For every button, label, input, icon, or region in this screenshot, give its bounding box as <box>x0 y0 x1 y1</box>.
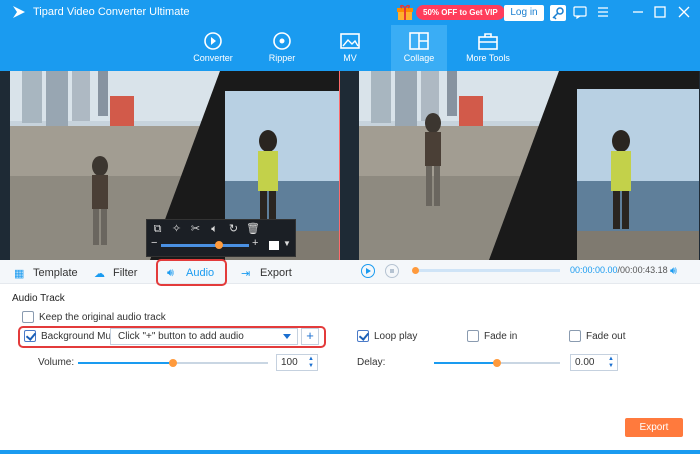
maximize-icon[interactable] <box>652 4 668 20</box>
nav-collage[interactable]: Collage <box>391 25 447 71</box>
stop-button[interactable] <box>385 264 399 278</box>
background-music-select[interactable]: Click "+" button to add audio <box>110 328 298 345</box>
tab-export[interactable]: ⇥ Export <box>241 264 292 282</box>
delay-input[interactable]: 0.00 ▲ ▼ <box>570 354 618 371</box>
fade-in-option: Fade in <box>467 330 517 342</box>
keep-original-row: Keep the original audio track <box>22 311 166 323</box>
audio-track-title: Audio Track <box>12 293 65 304</box>
aspect-ratio-icon[interactable] <box>269 241 279 250</box>
volume-slider-knob[interactable] <box>169 359 177 367</box>
fade-out-option: Fade out <box>569 330 625 342</box>
output-video-image <box>359 71 699 260</box>
delay-label: Delay: <box>357 357 386 368</box>
login-button[interactable]: Log in <box>504 5 544 21</box>
add-audio-button[interactable]: + <box>301 328 319 345</box>
gift-icon <box>396 4 414 21</box>
play-icon <box>366 268 371 274</box>
play-button[interactable] <box>361 264 375 278</box>
volume-slider[interactable] <box>78 359 268 367</box>
preview-area <box>0 71 700 260</box>
converter-icon <box>204 32 222 50</box>
background-music-checkbox[interactable] <box>24 330 36 342</box>
ripper-icon <box>273 32 291 50</box>
vip-promo[interactable]: 50% OFF to Get VIP <box>396 4 505 20</box>
tab-template[interactable]: ▦ Template <box>14 264 78 282</box>
clip-edit-toolbar: ⧉ ✧ ✂ 🔈︎ ↻ 🗑︎ − + ▼ <box>146 219 296 257</box>
app-logo-icon <box>13 6 25 18</box>
title-bar: Tipard Video Converter Ultimate 50% OFF … <box>0 0 700 25</box>
key-button[interactable] <box>550 5 566 21</box>
volume-slider-fill <box>78 362 173 364</box>
export-button[interactable]: Export <box>625 418 683 437</box>
zoom-slider[interactable] <box>161 241 249 249</box>
magic-wand-icon[interactable]: ✧ <box>170 223 183 236</box>
delay-slider[interactable] <box>434 359 560 367</box>
stepper-arrows-icon[interactable]: ▲ ▼ <box>308 356 315 370</box>
fade-in-checkbox[interactable] <box>467 330 479 342</box>
mv-icon <box>340 33 360 49</box>
nav-ripper[interactable]: Ripper <box>254 25 310 71</box>
swap-icon[interactable]: ⧉ <box>151 223 164 236</box>
fade-out-checkbox[interactable] <box>569 330 581 342</box>
zoom-out-icon[interactable]: − <box>151 237 157 249</box>
nav-mv[interactable]: MV <box>322 25 378 71</box>
loop-play-checkbox[interactable] <box>357 330 369 342</box>
volume-input[interactable]: 100 ▲ ▼ <box>276 354 318 371</box>
filter-icon: ☁ <box>94 268 105 280</box>
rotate-icon[interactable]: ↻ <box>227 223 240 236</box>
zoom-slider-knob[interactable] <box>215 241 223 249</box>
footer-bar <box>0 450 700 454</box>
playback-progress[interactable] <box>412 267 560 274</box>
volume-icon[interactable]: 🔈︎ <box>208 223 221 236</box>
keep-original-checkbox[interactable] <box>22 311 34 323</box>
close-icon[interactable] <box>676 4 692 20</box>
chat-icon[interactable] <box>572 4 588 20</box>
collage-icon <box>409 32 429 50</box>
bgm-row: Background Music <box>24 330 123 342</box>
minimize-icon[interactable] <box>630 4 646 20</box>
chevron-down-icon[interactable]: ▼ <box>283 239 291 248</box>
nav-converter[interactable]: Converter <box>185 25 241 71</box>
audio-tab-highlight <box>156 259 227 286</box>
toolbox-icon <box>478 33 498 50</box>
volume-icon[interactable]: 🔊︎ <box>670 265 677 278</box>
keep-original-label: Keep the original audio track <box>39 311 166 323</box>
stop-icon <box>390 269 394 273</box>
output-preview <box>359 71 699 260</box>
template-icon: ▦ <box>14 268 25 280</box>
delay-slider-fill <box>434 362 497 364</box>
export-icon: ⇥ <box>241 268 251 280</box>
trash-icon[interactable]: 🗑︎ <box>246 223 260 236</box>
scissors-icon[interactable]: ✂ <box>189 223 202 236</box>
chevron-down-icon <box>283 334 291 339</box>
stepper-arrows-icon[interactable]: ▲ ▼ <box>608 356 615 370</box>
delay-slider-knob[interactable] <box>493 359 501 367</box>
loop-play-option: Loop play <box>357 330 417 342</box>
nav-more-tools[interactable]: More Tools <box>460 25 516 71</box>
app-title: Tipard Video Converter Ultimate <box>33 6 190 18</box>
volume-label: Volume: <box>38 357 75 368</box>
progress-knob[interactable] <box>412 267 419 274</box>
key-icon <box>552 7 564 20</box>
player-controls: 00:00:00.00/00:00:43.18 🔊︎ <box>350 260 700 284</box>
promo-label: 50% OFF to Get VIP <box>416 4 505 20</box>
zoom-in-icon[interactable]: + <box>252 237 258 249</box>
menu-icon[interactable] <box>595 4 611 20</box>
main-nav: Converter Ripper MV Collage More Tools <box>0 25 700 71</box>
playback-time: 00:00:00.00/00:00:43.18 <box>570 265 668 275</box>
tab-filter[interactable]: ☁ Filter <box>94 264 137 282</box>
